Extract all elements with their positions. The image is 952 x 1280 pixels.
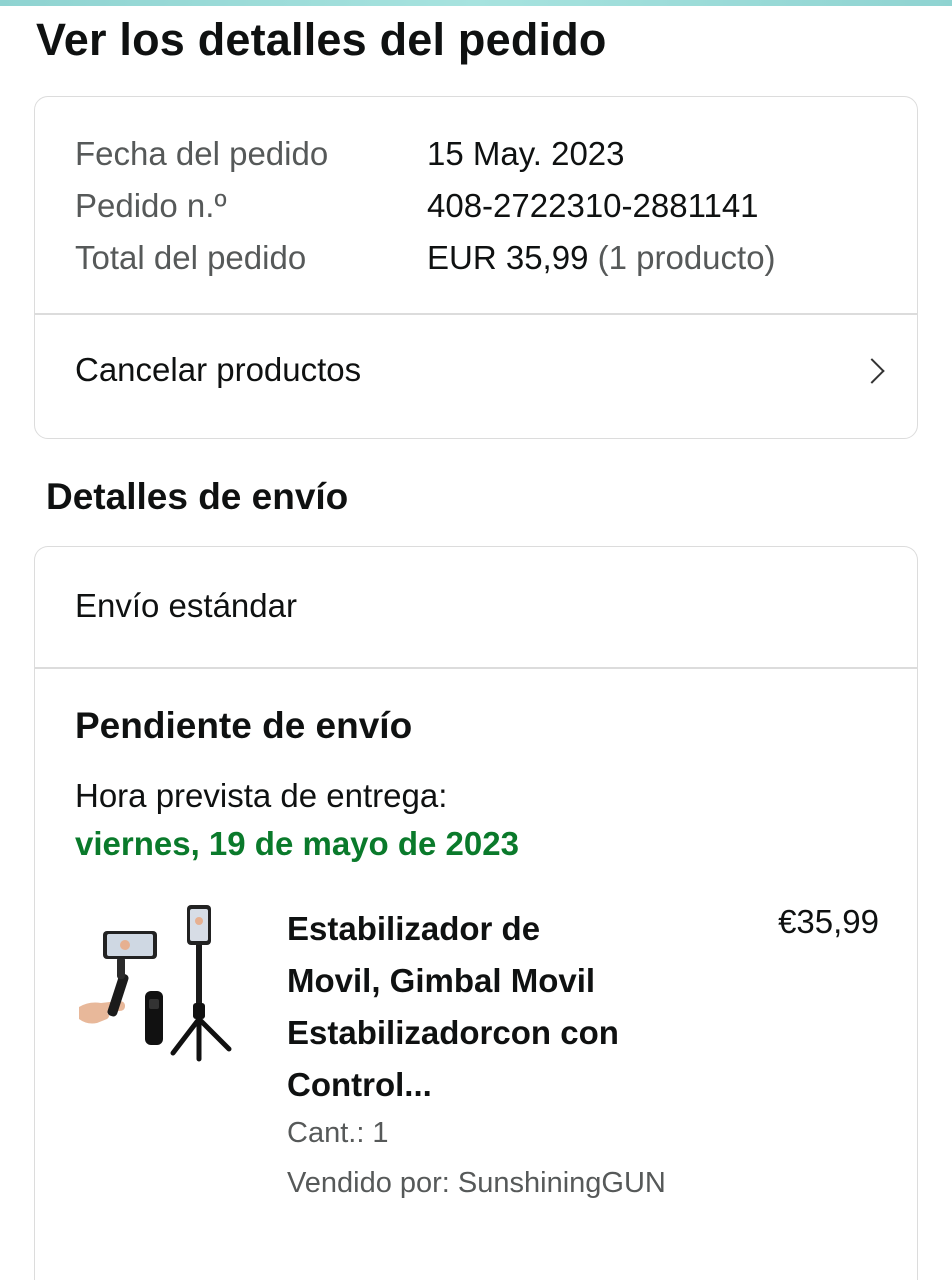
product-title-link[interactable]: Estabilizador de Movil, Gimbal Movil Est… — [287, 903, 707, 1111]
gimbal-stabilizer-tripod-image[interactable] — [73, 903, 243, 1073]
order-date-label: Fecha del pedido — [75, 135, 329, 172]
order-total-count: (1 producto) — [597, 239, 776, 276]
shipping-details-heading: Detalles de envío — [46, 476, 349, 517]
product-price: €35,99 — [778, 903, 879, 940]
product-title-line: Movil, Gimbal Movil — [287, 962, 596, 999]
divider — [35, 667, 917, 669]
order-summary-card: Fecha del pedido 15 May. 2023 Pedido n.º… — [34, 96, 918, 439]
order-number-value: 408-2722310-2881141 — [427, 187, 759, 224]
top-accent-strip — [0, 0, 952, 6]
order-total-value: EUR 35,99 (1 producto) — [427, 239, 776, 277]
order-date-value: 15 May. 2023 — [427, 135, 625, 172]
cancel-products-button[interactable]: Cancelar productos — [35, 315, 917, 438]
order-number-label: Pedido n.º — [75, 187, 227, 224]
product-title-line: Estabilizadorcon con — [287, 1014, 619, 1051]
cancel-products-label: Cancelar productos — [75, 351, 362, 388]
shipment-status: Pendiente de envío — [75, 705, 413, 746]
product-title-line: Estabilizador de — [287, 910, 541, 947]
page-title: Ver los detalles del pedido — [36, 14, 607, 65]
eta-label: Hora prevista de entrega: — [75, 777, 448, 814]
product-quantity: Cant.: 1 — [287, 1117, 389, 1149]
eta-date: viernes, 19 de mayo de 2023 — [75, 825, 519, 862]
chevron-right-icon — [859, 358, 885, 384]
order-total-amount: EUR 35,99 — [427, 239, 589, 276]
product-seller: Vendido por: SunshiningGUN — [287, 1167, 666, 1199]
order-total-label: Total del pedido — [75, 239, 307, 276]
product-title-line: Control... — [287, 1066, 432, 1103]
shipping-card: Envío estándar Pendiente de envío Hora p… — [34, 546, 918, 1280]
shipping-method: Envío estándar — [75, 587, 297, 624]
